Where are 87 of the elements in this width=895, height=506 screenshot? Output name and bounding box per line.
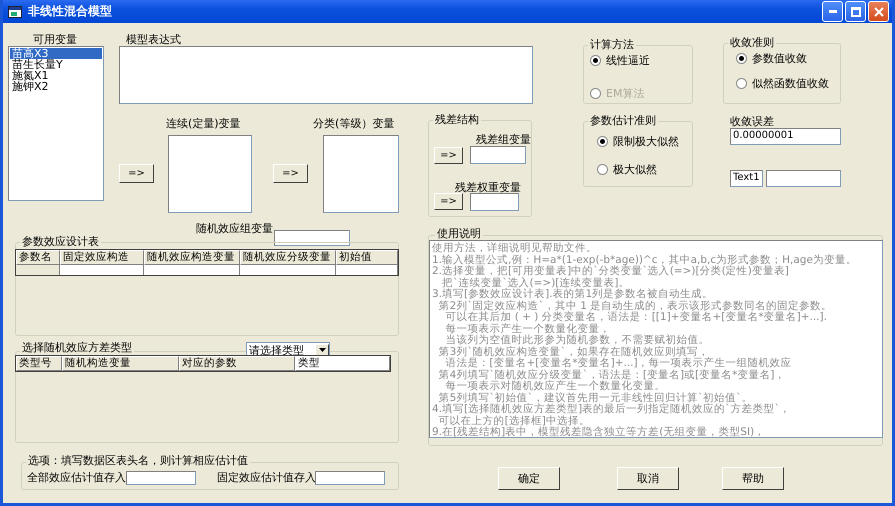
group-title: 计算方法 — [588, 38, 636, 51]
field-label: 连续(定量)变量 — [166, 117, 241, 130]
help-line: 第3列`随机效应构造变量`，如果存在随机效应则填写， — [438, 346, 709, 358]
column-header[interactable]: 类型号 — [16, 356, 62, 371]
field-label: 固定效应估计值存入 — [217, 471, 316, 484]
input-field[interactable] — [126, 471, 196, 485]
help-line: 第5列填写`初始值`，建议首先用一元非线性回归计算`初始值`。 — [438, 392, 753, 404]
list-item[interactable]: 苗生长量Y — [10, 59, 102, 70]
help-line: 2.选择变量，把[可用变量表]中的`分类变量`选入(=>)[分类(定性)变量表] — [432, 266, 789, 277]
design-table[interactable]: 参数名 固定效应构造 随机效应构造变量 随机效应分级变量 初始值 — [15, 249, 399, 276]
dialog-button[interactable]: 确定 — [498, 467, 560, 490]
help-line: 9.在[残差结构]表中，模型残差隐含独立等方差(无组变量，类型SI)， — [432, 427, 766, 437]
column-header[interactable]: 随机效应构造变量 — [144, 250, 240, 265]
column-header[interactable]: 随机构造变量 — [62, 356, 179, 371]
help-line: 第2列`固定效应构造`，其中 1 是自动生成的，表示该形式参数同名的固定参数。 — [438, 300, 834, 312]
help-line: 可以在上方的[选择框]中选择。 — [438, 416, 591, 426]
help-line: 第4列填写`随机效应分级变量`，语法是：[变量名]或[变量名*变量名]， — [438, 370, 786, 380]
table-cell[interactable] — [60, 265, 144, 275]
list-item[interactable]: 苗高X3 — [10, 48, 102, 59]
field-label: 残差权重变量 — [455, 181, 521, 194]
close-icon — [874, 6, 884, 16]
help-line: 把`连续变量`选入(=>)[连续变量表]。 — [441, 278, 630, 288]
field-label: 收敛误差 — [730, 115, 774, 128]
window-title: 非线性混合模型 — [28, 3, 113, 20]
column-header[interactable]: 对应的参数 — [179, 356, 295, 371]
field-label: 分类(等级）变量 — [313, 117, 394, 130]
column-header[interactable]: 初始值 — [336, 250, 398, 265]
table-cell[interactable] — [240, 265, 336, 275]
expression-field[interactable] — [119, 46, 533, 104]
input-field[interactable] — [315, 471, 385, 485]
column-header[interactable]: 类型 — [295, 356, 390, 371]
column-header[interactable]: 随机效应分级变量 — [240, 250, 336, 265]
help-line: 可以在其后加 ( + ) 分类变量名，语法是：[[1]+变量名+[变量名*变量名]+...]. — [444, 312, 828, 323]
radio-button[interactable]: 极大似然 — [597, 162, 657, 177]
move-button[interactable]: => — [119, 164, 154, 183]
radio-button[interactable]: 线性逼近 — [590, 53, 650, 68]
help-line: 语法是：[变量名+[变量名*变量名]+...]，每一项表示产生一组随机效应 — [444, 358, 793, 369]
close-button[interactable] — [868, 1, 889, 22]
minimize-icon — [828, 10, 836, 13]
maximize-button[interactable] — [845, 1, 866, 22]
field-label: 全部效应估计值存入 — [27, 471, 126, 484]
help-line: 4.填写[选择随机效应方差类型]表的最后一列指定随机效应的`方差类型`， — [432, 404, 792, 415]
field-label: 随机效应组变量 — [196, 222, 273, 235]
input-field[interactable] — [470, 193, 519, 211]
table-cell[interactable] — [336, 265, 398, 275]
radio-button[interactable]: 似然函数值收敛 — [736, 76, 829, 91]
column-header[interactable]: 固定效应构造 — [60, 250, 144, 265]
input-field[interactable]: Text1 — [730, 170, 763, 187]
list-box[interactable] — [323, 135, 399, 213]
dropdown-arrow-icon — [318, 348, 326, 352]
list-label: 可用变量 — [33, 33, 77, 46]
group-title: 残差结构 — [433, 113, 481, 126]
group-title: 收敛准则 — [728, 36, 776, 49]
group-title: 参数效应设计表 — [20, 235, 101, 248]
input-field[interactable] — [470, 146, 526, 164]
input-field[interactable]: 0.00000001 — [730, 128, 841, 145]
list-item[interactable]: 施氮X1 — [10, 70, 102, 81]
help-line: 3.填写[参数效应设计表].表的第1列是参数名被自动生成。 — [432, 289, 714, 300]
list-item[interactable]: 施钾X2 — [10, 81, 102, 92]
column-header[interactable]: 参数名 — [16, 250, 60, 265]
field-label: 模型表达式 — [126, 33, 181, 46]
move-button[interactable]: => — [273, 164, 308, 183]
variance-table[interactable]: 类型号 随机构造变量 对应的参数 类型 — [15, 355, 391, 372]
variable-list[interactable]: 苗高X3 苗生长量Y 施氮X1 施钾X2 — [8, 46, 104, 201]
help-line: 当该列为空值时此形参为随机参数，不需要赋初始值。 — [444, 335, 710, 346]
help-line: 使用方法，详细说明见帮助文件。 — [432, 243, 598, 254]
minimize-button[interactable] — [822, 1, 843, 22]
maximize-icon — [850, 6, 860, 16]
group-title: 选项：填写数据区表头名，则计算相应估计值 — [26, 454, 250, 467]
dialog-button[interactable]: 取消 — [617, 467, 679, 490]
move-button[interactable]: => — [434, 193, 463, 210]
help-line: 1.输入模型公式,例：H=a*(1-exp(-b*age))^c，其中a,b,c为形式参数；H,age为变量。 — [432, 254, 858, 266]
help-line: 每一项表示产生一个数量化变量， — [444, 324, 612, 334]
field-label: 残差组变量 — [476, 133, 531, 146]
list-box[interactable] — [168, 135, 252, 213]
radio-button[interactable]: 参数值收敛 — [736, 51, 807, 66]
group-title: 选择随机效应方差类型 — [20, 341, 134, 354]
window-icon — [8, 6, 22, 18]
help-line: 每一项表示对随机效应产生一个数量化变量。 — [444, 381, 666, 392]
dialog-button[interactable]: 帮助 — [722, 467, 784, 490]
input-field[interactable] — [274, 230, 350, 246]
radio-button[interactable]: 限制极大似然 — [597, 134, 679, 149]
move-button[interactable]: => — [434, 147, 463, 164]
table-cell[interactable] — [144, 265, 240, 275]
group-title: 使用说明 — [435, 227, 483, 240]
group-title: 参数估计准则 — [588, 114, 658, 127]
input-field[interactable] — [766, 170, 841, 187]
